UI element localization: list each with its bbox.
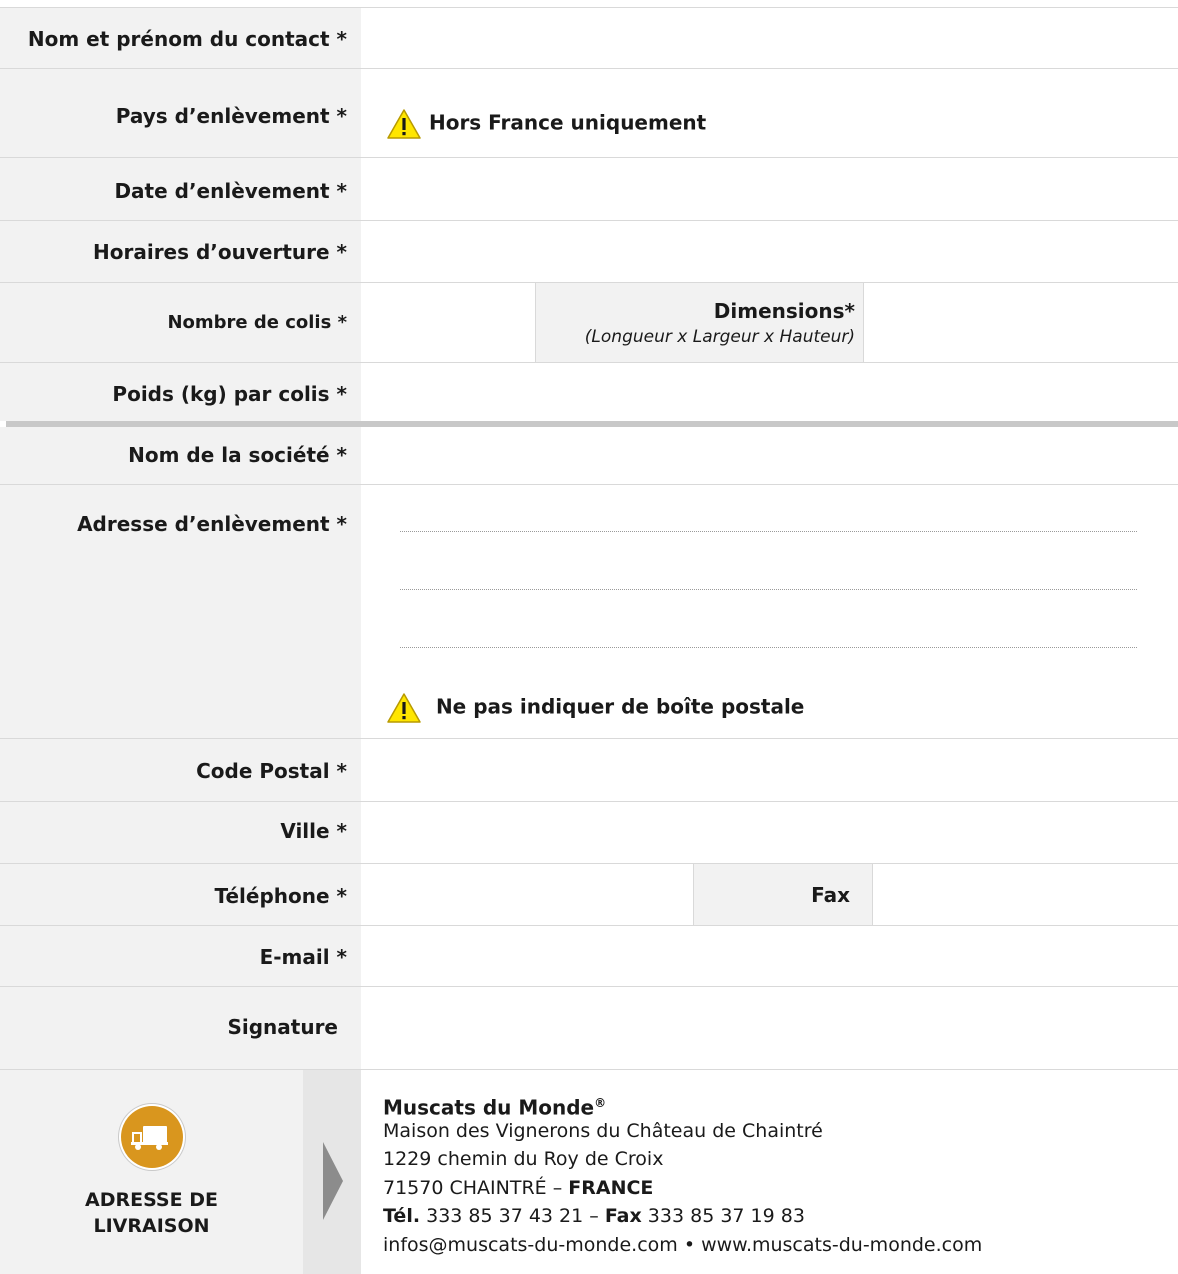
hours-label: Horaires d’ouverture * bbox=[0, 221, 361, 282]
company-field[interactable] bbox=[361, 427, 1178, 484]
address-line-city: 71570 CHAINTRÉ – FRANCE bbox=[383, 1177, 653, 1200]
dimensions-field[interactable] bbox=[864, 283, 1178, 362]
address-line-3[interactable] bbox=[400, 647, 1137, 648]
signature-field[interactable] bbox=[361, 987, 1178, 1069]
city-text: 71570 CHAINTRÉ – bbox=[383, 1177, 569, 1199]
postal-code-label: Code Postal * bbox=[0, 739, 361, 801]
address-warning: Ne pas indiquer de boîte postale bbox=[386, 692, 804, 724]
address-line-1[interactable] bbox=[400, 531, 1137, 532]
fax-value: 333 85 37 19 83 bbox=[641, 1205, 805, 1227]
parcels-label: Nombre de colis * bbox=[0, 283, 361, 362]
country-text: FRANCE bbox=[568, 1177, 654, 1199]
address-line-street: 1229 chemin du Roy de Croix bbox=[383, 1148, 664, 1170]
contact-links[interactable]: infos@muscats-du-monde.com • www.muscats… bbox=[383, 1234, 982, 1257]
contact-label: Nom et prénom du contact * bbox=[0, 8, 361, 68]
address-line-maison: Maison des Vignerons du Château de Chain… bbox=[383, 1120, 823, 1142]
warning-icon bbox=[386, 109, 429, 139]
parcels-field[interactable] bbox=[361, 283, 535, 362]
tel-value: 333 85 37 43 21 – bbox=[420, 1205, 605, 1227]
company-name-line: Muscats du Monde® bbox=[383, 1092, 606, 1120]
tel-label: Tél. bbox=[383, 1205, 421, 1227]
arrow-cell bbox=[303, 1070, 361, 1274]
email-field[interactable] bbox=[361, 926, 1178, 986]
email-label: E-mail * bbox=[0, 926, 361, 986]
postal-code-field[interactable] bbox=[361, 739, 1178, 801]
fax-label-footer: Fax bbox=[604, 1205, 642, 1227]
weight-field[interactable] bbox=[361, 363, 1178, 421]
registered-mark: ® bbox=[594, 1096, 607, 1110]
city-label: Ville * bbox=[0, 802, 361, 863]
phone-label: Téléphone * bbox=[0, 864, 361, 925]
phone-fax-line: Tél. 333 85 37 43 21 – Fax 333 85 37 19 … bbox=[383, 1205, 805, 1228]
dimensions-hint: (Longueur x Largeur x Hauteur) bbox=[584, 327, 855, 347]
address-note: Ne pas indiquer de boîte postale bbox=[435, 694, 805, 719]
address-line-2[interactable] bbox=[400, 589, 1137, 590]
dimensions-label: Dimensions* bbox=[713, 299, 855, 323]
dimensions-label-cell: Dimensions* (Longueur x Largeur x Hauteu… bbox=[535, 283, 864, 362]
fax-label: Fax bbox=[693, 864, 873, 925]
delivery-label-line2: LIVRAISON bbox=[93, 1215, 210, 1237]
phone-field[interactable] bbox=[361, 864, 693, 925]
signature-label: Signature bbox=[0, 987, 361, 1069]
fax-field[interactable] bbox=[873, 864, 1178, 925]
country-warning: Hors France uniquement bbox=[386, 108, 706, 140]
delivery-badge-cell: ADRESSE DE LIVRAISON bbox=[0, 1070, 303, 1274]
weight-label: Poids (kg) par colis * bbox=[0, 363, 361, 421]
contact-field[interactable] bbox=[361, 8, 1178, 68]
city-field[interactable] bbox=[361, 802, 1178, 863]
country-label: Pays d’enlèvement * bbox=[0, 69, 361, 157]
chevron-right-icon bbox=[323, 1142, 343, 1220]
address-label: Adresse d’enlèvement * bbox=[0, 485, 361, 738]
date-label: Date d’enlèvement * bbox=[0, 158, 361, 220]
delivery-address-label: ADRESSE DE LIVRAISON bbox=[0, 1187, 303, 1239]
country-note: Hors France uniquement bbox=[428, 110, 707, 135]
truck-icon bbox=[121, 1106, 183, 1168]
warning-icon bbox=[386, 693, 429, 723]
date-field[interactable] bbox=[361, 158, 1178, 220]
delivery-label-line1: ADRESSE DE bbox=[85, 1189, 218, 1211]
hours-field[interactable] bbox=[361, 221, 1178, 282]
company-name: Muscats du Monde bbox=[383, 1095, 595, 1120]
company-label: Nom de la société * bbox=[0, 427, 361, 484]
